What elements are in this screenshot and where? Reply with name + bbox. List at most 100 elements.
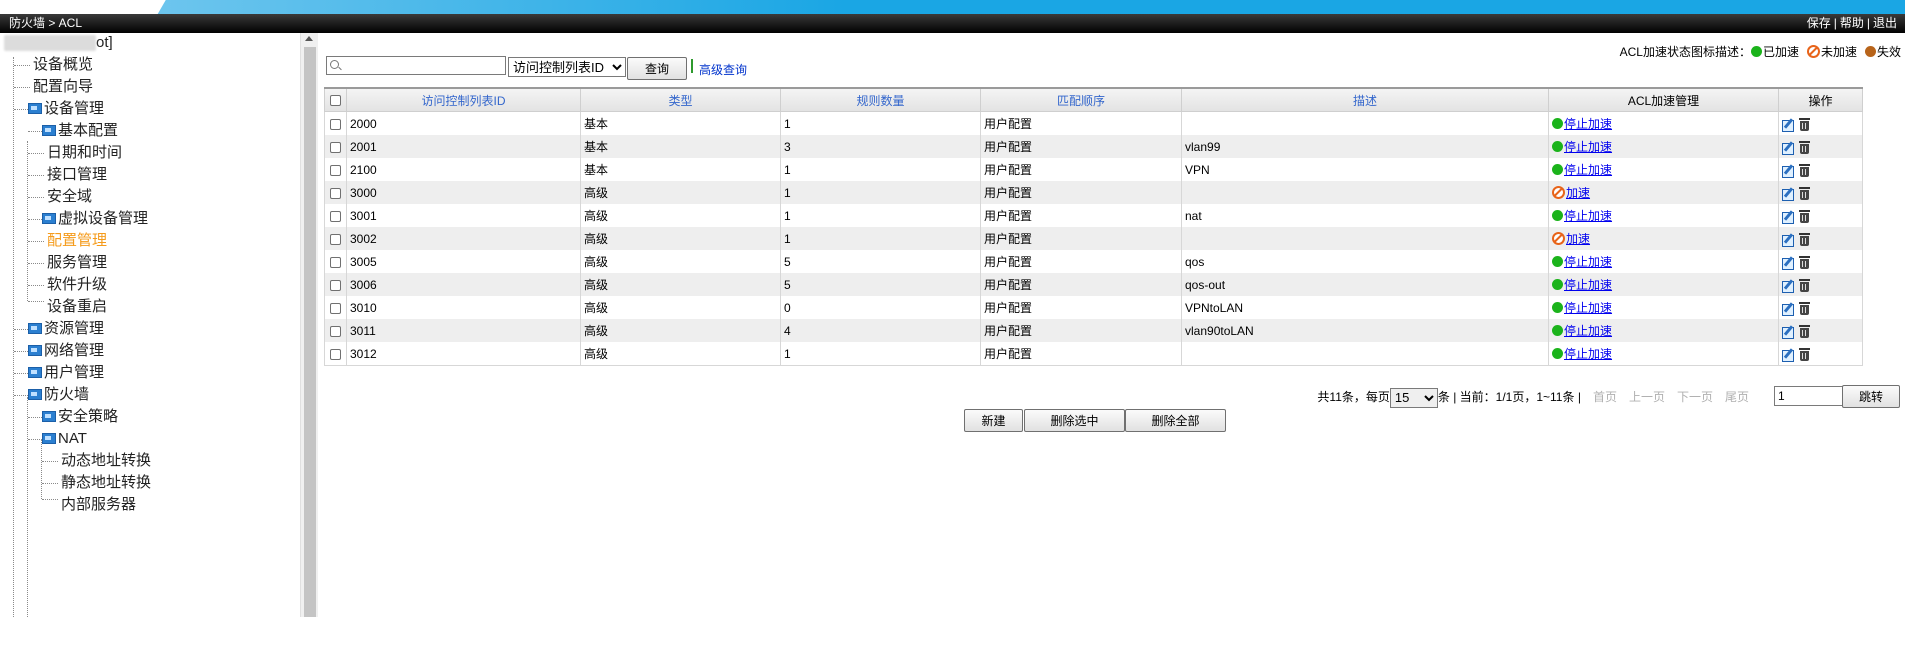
row-checkbox[interactable] [330, 210, 341, 222]
table-row[interactable]: 3011 高级 4 用户配置 vlan90toLAN 停止加速 [324, 319, 1863, 342]
row-checkbox[interactable] [330, 187, 341, 199]
delete-icon[interactable] [1799, 301, 1810, 315]
stop-accel-link[interactable]: 停止加速 [1564, 278, 1612, 292]
stop-accel-link[interactable]: 停止加速 [1564, 140, 1612, 154]
table-row[interactable]: 3000 高级 1 用户配置 加速 [324, 181, 1863, 204]
sidebar-item-network-mgmt[interactable]: 网络管理 [28, 339, 104, 363]
col-header-rule-count[interactable]: 规则数量 [780, 87, 981, 112]
edit-icon[interactable] [1782, 118, 1795, 133]
col-header-match-order[interactable]: 匹配顺序 [980, 87, 1182, 112]
col-header-type[interactable]: 类型 [580, 87, 781, 112]
table-row[interactable]: 3010 高级 0 用户配置 VPNtoLAN 停止加速 [324, 296, 1863, 319]
col-header-description[interactable]: 描述 [1181, 87, 1549, 112]
search-box[interactable] [326, 56, 506, 75]
accel-link[interactable]: 加速 [1566, 186, 1590, 200]
advanced-query-link[interactable]: 高级查询 [699, 61, 747, 78]
table-row[interactable]: 2100 基本 1 用户配置 VPN 停止加速 [324, 158, 1863, 181]
sidebar-item-datetime[interactable]: 日期和时间 [47, 141, 122, 165]
new-button[interactable]: 新建 [964, 409, 1023, 432]
sidebar-item-security-policy[interactable]: 安全策略 [42, 405, 118, 429]
edit-icon[interactable] [1782, 325, 1795, 340]
delete-icon[interactable] [1799, 163, 1810, 177]
stop-accel-link[interactable]: 停止加速 [1564, 209, 1612, 223]
sidebar-item-config-mgmt[interactable]: 配置管理 [47, 229, 107, 253]
delete-icon[interactable] [1799, 117, 1810, 131]
search-input[interactable] [343, 58, 503, 73]
delete-icon[interactable] [1799, 186, 1810, 200]
row-checkbox[interactable] [330, 348, 341, 360]
sidebar-scrollbar[interactable] [300, 33, 318, 617]
sidebar-item-nat[interactable]: NAT [42, 427, 87, 451]
page-size-select[interactable]: 15 [1389, 387, 1438, 408]
sidebar-item-static-nat[interactable]: 静态地址转换 [61, 471, 151, 495]
delete-icon[interactable] [1799, 140, 1810, 154]
sidebar-item-interfaces[interactable]: 接口管理 [47, 163, 107, 187]
table-row[interactable]: 3005 高级 5 用户配置 qos 停止加速 [324, 250, 1863, 273]
row-checkbox[interactable] [330, 164, 341, 176]
stop-accel-link[interactable]: 停止加速 [1564, 255, 1612, 269]
sidebar-item-security-zone[interactable]: 安全域 [47, 185, 92, 209]
table-row[interactable]: 3002 高级 1 用户配置 加速 [324, 227, 1863, 250]
sidebar-item-internal-server[interactable]: 内部服务器 [61, 493, 136, 517]
sidebar-item-firewall[interactable]: 防火墙 [28, 383, 89, 407]
help-link[interactable]: 帮助 [1840, 16, 1864, 30]
stop-accel-link[interactable]: 停止加速 [1564, 117, 1612, 131]
delete-icon[interactable] [1799, 347, 1810, 361]
save-link[interactable]: 保存 [1807, 16, 1831, 30]
accel-link[interactable]: 加速 [1566, 232, 1590, 246]
scrollbar-thumb[interactable] [304, 47, 316, 617]
edit-icon[interactable] [1782, 279, 1795, 294]
table-row[interactable]: 3006 高级 5 用户配置 qos-out 停止加速 [324, 273, 1863, 296]
delete-icon[interactable] [1799, 278, 1810, 292]
delete-icon[interactable] [1799, 324, 1810, 338]
stop-accel-link[interactable]: 停止加速 [1564, 301, 1612, 315]
scroll-up-arrow-icon[interactable] [305, 36, 313, 41]
row-checkbox[interactable] [330, 141, 341, 153]
sidebar-item-wizard[interactable]: 配置向导 [33, 75, 93, 99]
table-row[interactable]: 2001 基本 3 用户配置 vlan99 停止加速 [324, 135, 1863, 158]
table-row[interactable]: 2000 基本 1 用户配置 停止加速 [324, 111, 1863, 135]
delete-selected-button[interactable]: 删除选中 [1024, 409, 1125, 432]
row-checkbox[interactable] [330, 118, 341, 130]
query-button[interactable]: 查询 [627, 57, 687, 80]
delete-icon[interactable] [1799, 209, 1810, 223]
sidebar-item-software-upgrade[interactable]: 软件升级 [47, 273, 107, 297]
select-all-checkbox[interactable] [330, 95, 341, 107]
sidebar-item-resource-mgmt[interactable]: 资源管理 [28, 317, 104, 341]
row-checkbox[interactable] [330, 302, 341, 314]
search-field-select[interactable]: 访问控制列表ID [508, 57, 626, 77]
row-checkbox[interactable] [330, 256, 341, 268]
logout-link[interactable]: 退出 [1873, 16, 1897, 30]
edit-icon[interactable] [1782, 141, 1795, 156]
row-checkbox[interactable] [330, 325, 341, 337]
stop-accel-link[interactable]: 停止加速 [1564, 163, 1612, 177]
delete-icon[interactable] [1799, 255, 1810, 269]
col-header-id[interactable]: 访问控制列表ID [346, 87, 581, 112]
tree-root[interactable]: ot] [4, 33, 113, 55]
edit-icon[interactable] [1782, 348, 1795, 363]
delete-all-button[interactable]: 删除全部 [1125, 409, 1226, 432]
sidebar-item-dynamic-nat[interactable]: 动态地址转换 [61, 449, 151, 473]
go-button[interactable]: 跳转 [1842, 385, 1900, 408]
table-row[interactable]: 3012 高级 1 用户配置 停止加速 [324, 342, 1863, 366]
stop-accel-link[interactable]: 停止加速 [1564, 324, 1612, 338]
edit-icon[interactable] [1782, 302, 1795, 317]
sidebar-item-device-mgmt[interactable]: 设备管理 [28, 97, 104, 121]
row-checkbox[interactable] [330, 233, 341, 245]
delete-icon[interactable] [1799, 232, 1810, 246]
sidebar-item-reboot[interactable]: 设备重启 [47, 295, 107, 319]
edit-icon[interactable] [1782, 210, 1795, 225]
page-number-input[interactable] [1774, 386, 1847, 406]
sidebar-item-service-mgmt[interactable]: 服务管理 [47, 251, 107, 275]
edit-icon[interactable] [1782, 256, 1795, 271]
sidebar-item-overview[interactable]: 设备概览 [33, 53, 93, 77]
sidebar-item-virtual-device[interactable]: 虚拟设备管理 [42, 207, 148, 231]
edit-icon[interactable] [1782, 187, 1795, 202]
edit-icon[interactable] [1782, 164, 1795, 179]
sidebar-item-user-mgmt[interactable]: 用户管理 [28, 361, 104, 385]
row-checkbox[interactable] [330, 279, 341, 291]
stop-accel-link[interactable]: 停止加速 [1564, 347, 1612, 361]
edit-icon[interactable] [1782, 233, 1795, 248]
table-row[interactable]: 3001 高级 1 用户配置 nat 停止加速 [324, 204, 1863, 227]
sidebar-item-basic-config[interactable]: 基本配置 [42, 119, 118, 143]
